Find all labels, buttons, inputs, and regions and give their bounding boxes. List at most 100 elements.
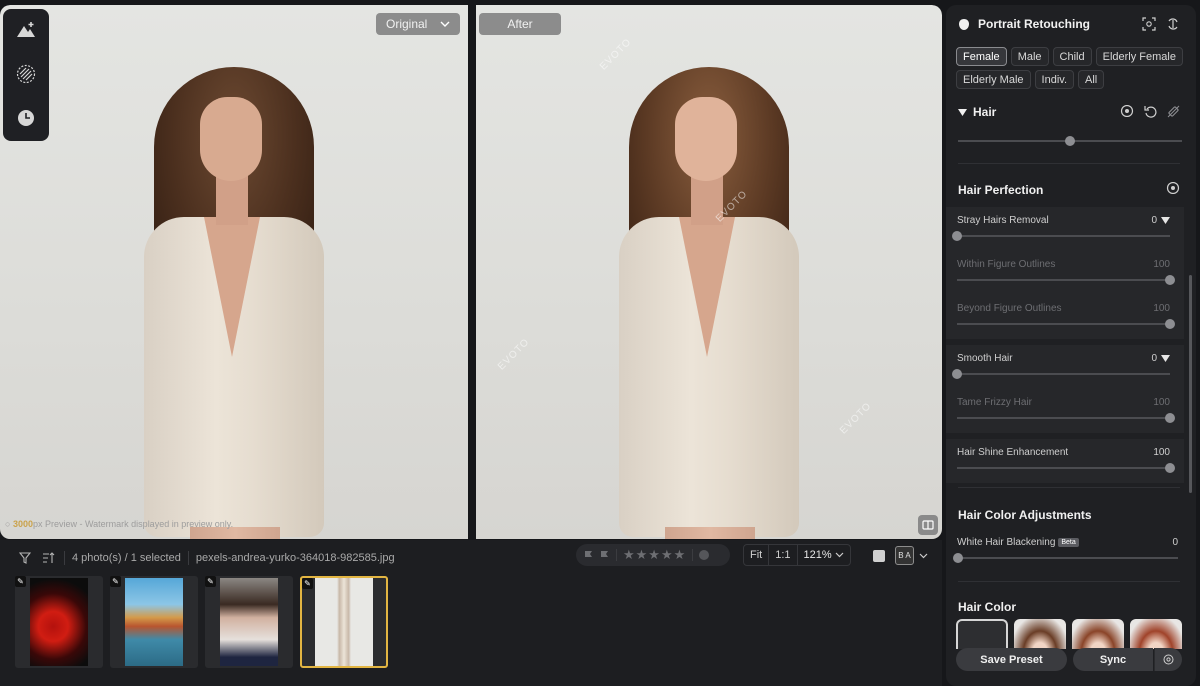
slider-row: Stray Hairs Removal 0 <box>946 207 1184 251</box>
watermark-brand: 3000 <box>12 519 33 529</box>
tag-all[interactable]: All <box>1078 70 1105 89</box>
slider-track[interactable] <box>957 463 1175 473</box>
tag-elderly-male[interactable]: Elderly Male <box>956 70 1031 89</box>
tag-elderly-female[interactable]: Elderly Female <box>1095 47 1183 66</box>
slider-label: Beyond Figure Outlines <box>957 303 1062 314</box>
thumbnail-portrait-full[interactable]: ✎ <box>300 576 388 668</box>
slider-row: Tame Frizzy Hair 100 <box>946 389 1184 433</box>
after-pane[interactable]: EVOTO EVOTO EVOTO EVOTO <box>476 5 942 539</box>
slider-knob[interactable] <box>1065 136 1075 146</box>
original-pane[interactable]: ○ 3000px Preview - Watermark displayed i… <box>0 5 468 539</box>
slider-knob[interactable] <box>1165 413 1175 423</box>
hair-amount-slider[interactable] <box>958 136 1182 146</box>
clock-icon[interactable] <box>15 107 37 129</box>
slider-knob[interactable] <box>1165 275 1175 285</box>
sync-settings-button[interactable] <box>1154 648 1182 671</box>
white-hair-slider[interactable] <box>953 553 1178 563</box>
slider-value-text: 0 <box>1151 215 1157 226</box>
hair-color-swatch-none[interactable] <box>956 619 1008 649</box>
rating-bar: ★★★★★ <box>576 544 730 566</box>
hair-section-header[interactable]: Hair <box>958 105 996 119</box>
eye-icon[interactable] <box>1120 105 1134 117</box>
hair-color-swatch-red[interactable] <box>1130 619 1182 649</box>
hair-section-icons <box>1120 105 1180 118</box>
subject-tags: Female Male Child Elderly Female Elderly… <box>956 47 1192 89</box>
slider-value: 0 <box>1151 215 1170 226</box>
stripes-circle-icon[interactable] <box>15 63 37 85</box>
tag-child[interactable]: Child <box>1052 47 1092 66</box>
tool-rail <box>3 9 49 141</box>
zoom-level: 121% <box>803 549 832 561</box>
panel-footer: Save Preset Sync <box>956 648 1182 671</box>
hair-section-title: Hair <box>973 105 997 119</box>
tag-female[interactable]: Female <box>956 47 1007 66</box>
hair-color-swatch-auburn[interactable] <box>1072 619 1124 649</box>
original-dropdown[interactable]: Original <box>376 13 460 35</box>
save-preset-button[interactable]: Save Preset <box>956 648 1067 671</box>
thumbnail-spiral[interactable]: ✎ <box>15 576 103 668</box>
mountain-plus-icon[interactable] <box>15 19 37 41</box>
star-rating[interactable]: ★★★★★ <box>623 547 686 563</box>
slider-track[interactable] <box>957 413 1175 423</box>
caret-down-icon[interactable] <box>1161 355 1170 362</box>
after-photo <box>579 67 839 539</box>
slider-row: Beyond Figure Outlines 100 <box>946 295 1184 339</box>
slider-label: Tame Frizzy Hair <box>957 397 1033 408</box>
color-label-dot[interactable] <box>699 550 710 560</box>
slider-value-text: 0 <box>1151 353 1157 364</box>
watermark-notice: ○ 3000px Preview - Watermark displayed i… <box>5 519 233 529</box>
zoom-fit-button[interactable]: Fit <box>744 545 768 565</box>
hair-perfection-icons <box>1166 182 1180 194</box>
zoom-level-select[interactable]: 121% <box>796 545 850 565</box>
filter-icon[interactable] <box>18 551 32 565</box>
before-after-view-button[interactable]: B A <box>895 546 914 565</box>
slider-label: Within Figure Outlines <box>957 259 1056 270</box>
slider-track[interactable] <box>952 231 1170 241</box>
sync-button[interactable]: Sync <box>1073 648 1153 671</box>
panel-header-icons <box>1142 17 1180 31</box>
slider-value-text: 100 <box>1153 447 1170 458</box>
slider-label: Hair Shine Enhancement <box>957 447 1069 458</box>
pick-flag-icon[interactable] <box>600 550 610 560</box>
eye-icon[interactable] <box>1166 182 1180 194</box>
reject-flag-icon[interactable] <box>584 550 594 560</box>
slider-track[interactable] <box>952 369 1170 379</box>
face-scan-icon[interactable] <box>1142 17 1156 31</box>
tag-male[interactable]: Male <box>1010 47 1049 66</box>
caret-down-icon[interactable] <box>1161 217 1170 224</box>
hair-perfection-title: Hair Perfection <box>958 183 1044 197</box>
slider-track[interactable] <box>957 319 1175 329</box>
chevron-down-icon <box>440 21 450 27</box>
slider-track[interactable] <box>957 275 1175 285</box>
zoom-1to1-button[interactable]: 1:1 <box>768 545 796 565</box>
edited-icon: ✎ <box>302 578 313 589</box>
filmstrip-area: 4 photo(s) / 1 selected pexels-andrea-yu… <box>0 540 942 686</box>
image-viewer: ○ 3000px Preview - Watermark displayed i… <box>0 5 942 539</box>
slider-knob[interactable] <box>1165 319 1175 329</box>
thumbnail-portrait-dark[interactable]: ✎ <box>205 576 293 668</box>
zoom-controls: Fit 1:1 121% <box>743 544 851 566</box>
sort-icon[interactable] <box>41 551 55 565</box>
slider-knob[interactable] <box>952 231 962 241</box>
panel-scrollbar[interactable] <box>1189 275 1192 493</box>
sync-toggle-icon[interactable] <box>1166 17 1180 31</box>
slider-knob[interactable] <box>953 553 963 563</box>
slider-knob[interactable] <box>1165 463 1175 473</box>
slider-label: Stray Hairs Removal <box>957 215 1049 226</box>
slider-knob[interactable] <box>952 369 962 379</box>
panel-header: Portrait Retouching <box>958 17 1090 31</box>
evoto-watermark: EVOTO <box>837 400 874 437</box>
compare-toggle-button[interactable] <box>918 515 938 535</box>
eraser-icon[interactable] <box>1167 105 1180 118</box>
reset-icon[interactable] <box>1144 105 1157 118</box>
single-view-button[interactable] <box>873 550 885 562</box>
hair-color-swatch-brown[interactable] <box>1014 619 1066 649</box>
caret-down-icon <box>958 108 967 116</box>
split-divider[interactable] <box>468 5 476 539</box>
tag-individual[interactable]: Indiv. <box>1034 70 1075 89</box>
slider-value: 100 <box>1153 447 1170 458</box>
chevron-down-icon[interactable] <box>919 553 928 559</box>
edited-icon: ✎ <box>110 576 121 587</box>
thumbnail-harbor[interactable]: ✎ <box>110 576 198 668</box>
beta-badge: Beta <box>1058 537 1079 547</box>
